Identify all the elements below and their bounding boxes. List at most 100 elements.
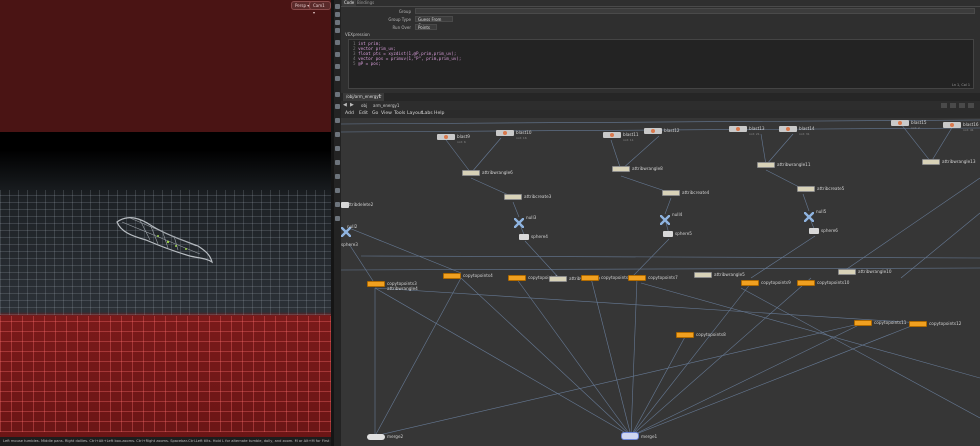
node-comment: not: 16 [516,136,527,140]
run-over-label: Run Over [392,25,411,30]
blast-node-icon [779,126,797,132]
menu-go[interactable]: Go [372,110,378,118]
tab-divider [341,6,980,7]
ghost-icon[interactable] [335,188,340,193]
add-tab-icon[interactable]: + [377,93,382,101]
line-number: 5 [353,61,356,66]
node-label: null2 [347,224,358,229]
menu-edit[interactable]: Edit [359,110,368,118]
group-type-select[interactable]: Guess From Group [415,16,453,28]
node-label: merge1 [641,434,658,439]
network-editor[interactable]: blast9 not: 6 blast10 not: 16 blast11 not: … [341,118,980,446]
node-label: attribdelete2 [346,202,374,207]
blast-node-icon [644,128,662,134]
null-node-icon [803,207,815,223]
copytopoints-node-icon [854,320,872,326]
null-node-icon [513,213,525,229]
light-icon[interactable] [335,92,340,97]
node-label: attribwrangle5 [714,272,745,277]
viewport-status-bar: Left mouse tumbles. Middle pans. Right d… [0,437,331,446]
attribcreate-node-icon [504,194,522,200]
path-bar: ◀ ▶ obj arm_energy1 [341,101,980,110]
wireframe-icon[interactable] [335,146,340,151]
scene-viewport[interactable]: Persp ▾ Cam1 ▾ Left mouse tumbles. Middl… [0,0,331,446]
copytopoints-node-icon [676,332,694,338]
node-label: attribcreate3 [524,194,552,199]
copytopoints-node-icon [367,281,385,287]
handle-tool-icon[interactable] [335,40,340,45]
blast-node-icon [943,122,961,128]
display-icon[interactable] [335,118,340,123]
select-tool-icon[interactable] [335,4,340,9]
grid-icon[interactable] [335,104,340,109]
pin-icon[interactable] [941,103,947,108]
group-field[interactable] [415,8,975,14]
settings-icon[interactable] [959,103,965,108]
node-label: null5 [816,209,827,214]
arm-geometry-preview [116,217,213,264]
sphere-node-icon [809,228,819,234]
wrangle-node-icon [922,159,940,165]
parameter-pane: Code Bindings Group Group Type Guess Fro… [341,0,980,93]
path-root[interactable]: obj [361,103,367,108]
points-icon[interactable] [335,160,340,165]
copytopoints-node-icon [909,321,927,327]
move-tool-icon[interactable] [335,12,340,17]
forward-icon[interactable]: ▶ [350,102,354,108]
sphere-node-icon [663,231,673,237]
wrangle-node-icon [462,170,480,176]
scale-tool-icon[interactable] [335,28,340,33]
vexpression-label: VEXpression [345,32,370,37]
merge-node-icon [621,432,639,440]
copytopoints-node-icon [797,280,815,286]
shading-icon[interactable] [335,132,340,137]
copytopoints-node-icon [508,275,526,281]
node-comment: not: 11 [623,138,634,142]
vex-code-editor[interactable]: 1 int prim; 2 vector prim_uv; 3 float pt… [348,39,974,89]
node-label: null3 [526,215,537,220]
node-label: sphere4 [531,234,548,239]
node-label: copytopoints8 [696,332,726,337]
node-label: copytopoints10 [817,280,850,285]
sphere-node-icon [519,234,529,240]
menu-view[interactable]: View [381,110,392,118]
node-label: attribcreate4 [682,190,710,195]
node-label: blast12 [664,128,680,133]
node-comment: not: 41 [963,128,974,132]
run-over-select[interactable]: Points [415,24,437,30]
path-current[interactable]: arm_energy1 [373,103,399,108]
menu-help[interactable]: Help [434,110,444,118]
group-type-label: Group Type [388,17,411,22]
menu-layout[interactable]: Layout [407,110,423,118]
menu-add[interactable]: Add [345,110,354,118]
menu-tools[interactable]: Tools [394,110,405,118]
node-label: copytopoints6 [601,275,631,280]
template-icon[interactable] [335,216,340,221]
node-label: attribwrangle8 [632,166,663,171]
rotate-tool-icon[interactable] [335,20,340,25]
wrangle-node-icon [612,166,630,172]
camera-icon[interactable] [335,76,340,81]
view-icon[interactable] [335,64,340,69]
back-icon[interactable]: ◀ [343,102,347,108]
normals-icon[interactable] [335,174,340,179]
group-label: Group [398,9,411,14]
node-label: copytopoints9 [761,280,791,285]
node-label: sphere6 [821,228,838,233]
camera-menu[interactable]: Cam1 ▾ [309,1,331,15]
tool-shelf [334,0,341,446]
null-node-icon [659,210,671,226]
isolate-icon[interactable] [335,202,340,207]
menu-labs[interactable]: Labs [422,110,433,118]
merge-node-icon [367,434,385,440]
wrangle-node-icon [838,269,856,275]
node-label: sphere3 [341,242,358,247]
wrangle-node-icon [694,272,712,278]
blast-node-icon [496,130,514,136]
node-label: copytopoints7 [648,275,678,280]
snap-icon[interactable] [335,52,340,57]
link-icon[interactable] [950,103,956,108]
help-icon[interactable] [968,103,974,108]
node-comment: not: 31 [799,132,810,136]
node-label: attribwrangle13 [942,159,976,164]
